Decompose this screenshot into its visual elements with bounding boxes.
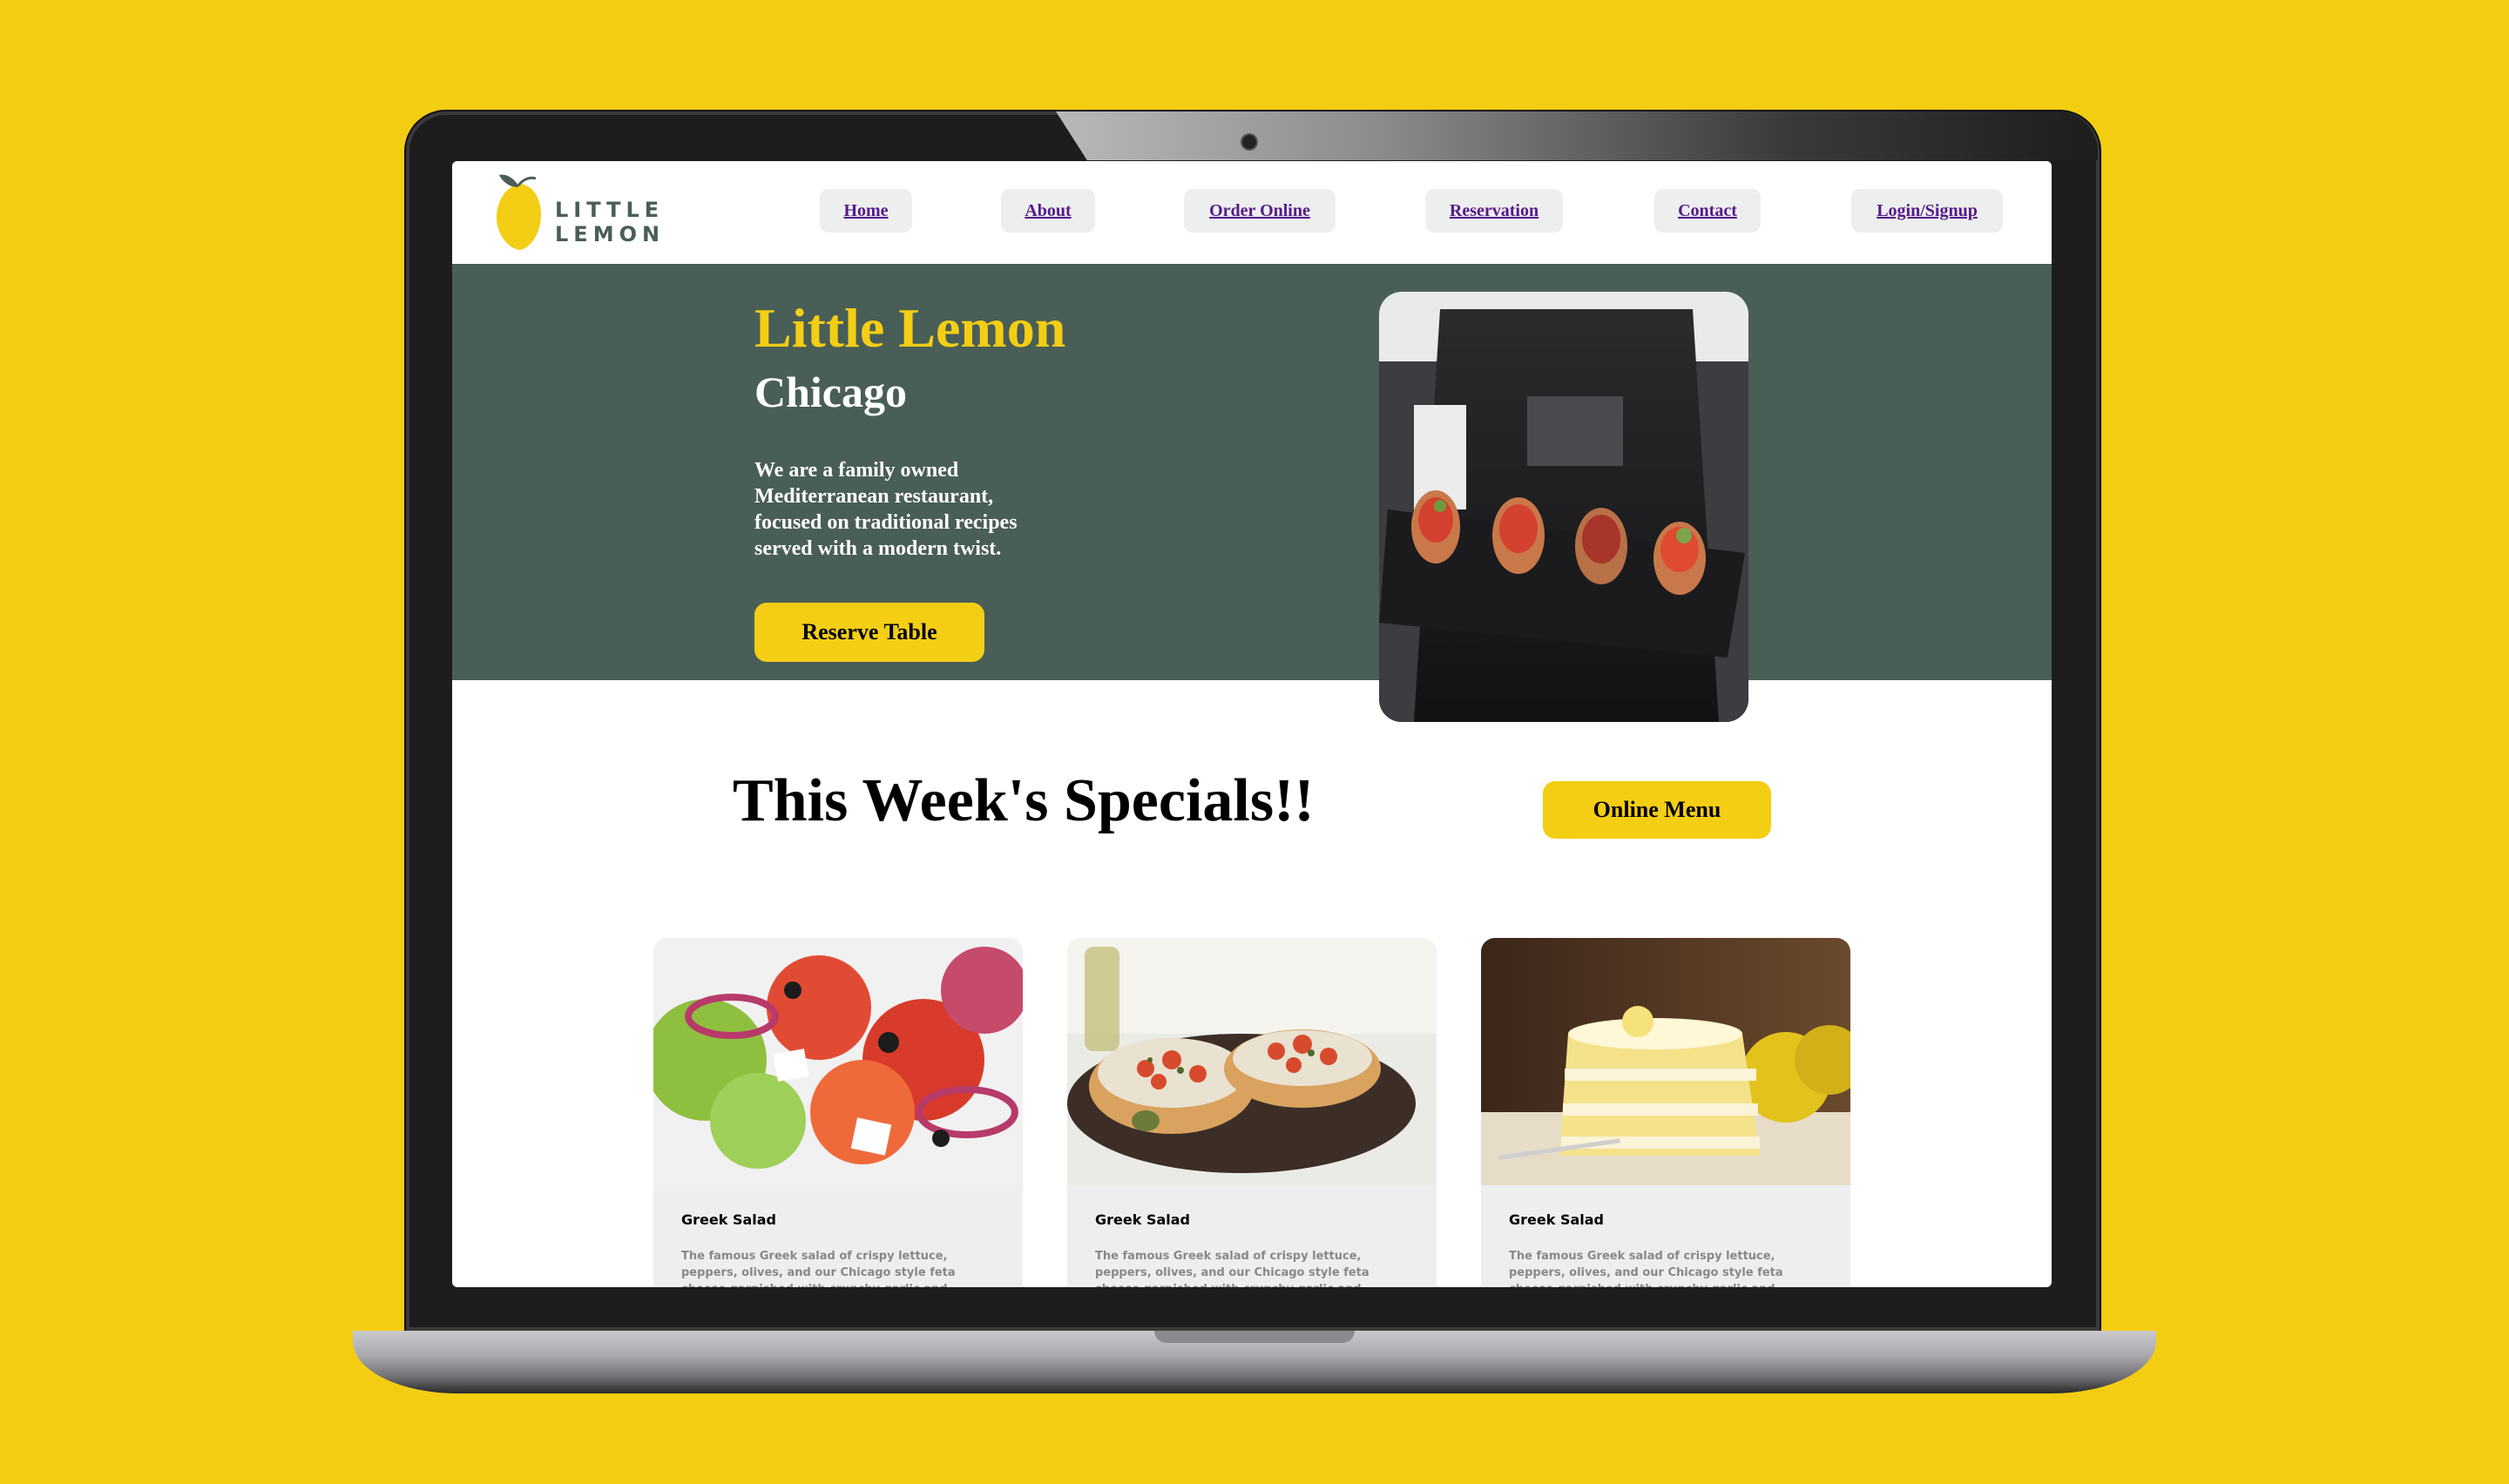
- special-card[interactable]: Greek Salad The famous Greek salad of cr…: [653, 938, 1023, 1287]
- hero-title: Little Lemon: [754, 297, 1066, 359]
- card-title: Greek Salad: [1095, 1211, 1190, 1228]
- bruschetta-image: [1067, 938, 1437, 1185]
- greek-salad-image: [653, 938, 1023, 1185]
- card-title: Greek Salad: [681, 1211, 776, 1228]
- special-card[interactable]: Greek Salad The famous Greek salad of cr…: [1067, 938, 1437, 1287]
- lemon-logo-icon: [497, 174, 541, 250]
- laptop-base: [353, 1331, 2156, 1393]
- card-description: The famous Greek salad of crispy lettuce…: [1509, 1250, 1783, 1287]
- lemon-dessert-image: [1481, 938, 1850, 1185]
- nav-contact[interactable]: Contact: [1654, 189, 1761, 233]
- nav-order-online[interactable]: Order Online: [1184, 189, 1336, 233]
- logo[interactable]: LITTLE LEMON: [492, 172, 780, 252]
- card-description: The famous Greek salad of crispy lettuce…: [1095, 1250, 1369, 1287]
- nav-about[interactable]: About: [1001, 189, 1095, 233]
- base-notch: [1154, 1331, 1355, 1343]
- brand-name: LITTLE LEMON: [555, 198, 666, 246]
- special-card[interactable]: Greek Salad The famous Greek salad of cr…: [1481, 938, 1850, 1287]
- webcam: [1242, 135, 1256, 149]
- lid-reflection: [1056, 111, 2098, 160]
- hero-food-image: [1379, 292, 1748, 722]
- nav-login-signup[interactable]: Login/Signup: [1851, 189, 2003, 233]
- hero-description: We are a family owned Mediterranean rest…: [754, 459, 1018, 560]
- website-screen: LITTLE LEMON Home About Order Online Res…: [452, 161, 2052, 1287]
- online-menu-button[interactable]: Online Menu: [1543, 781, 1771, 839]
- nav-reservation[interactable]: Reservation: [1425, 189, 1563, 233]
- specials-title: This Week's Specials!!: [733, 767, 1315, 834]
- card-description: The famous Greek salad of crispy lettuce…: [681, 1250, 956, 1287]
- hero-section: Little Lemon Chicago We are a family own…: [452, 264, 2052, 680]
- reserve-table-button[interactable]: Reserve Table: [754, 603, 984, 662]
- hero-subtitle: Chicago: [754, 368, 907, 416]
- top-nav: LITTLE LEMON Home About Order Online Res…: [452, 161, 2052, 264]
- nav-home[interactable]: Home: [820, 189, 912, 233]
- hero-food-illustration: [1379, 292, 1748, 722]
- card-title: Greek Salad: [1509, 1211, 1604, 1228]
